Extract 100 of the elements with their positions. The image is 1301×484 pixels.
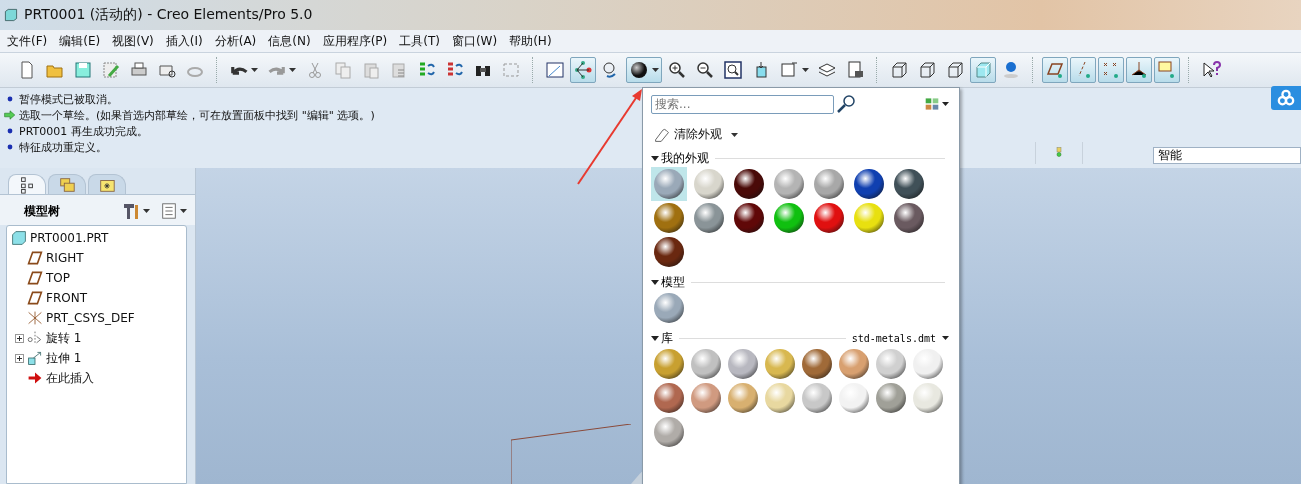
zoom-out-icon [695,60,715,80]
app-cube-icon [4,8,18,22]
sketch-view-icon [545,60,565,80]
caret-icon [731,132,738,137]
node-graph-icon [573,60,593,80]
bullet-icon [6,95,14,103]
node-graph-button[interactable] [570,57,596,83]
model-tree-icon [18,175,36,194]
view-dropdown-button[interactable] [924,97,949,111]
csys-display-button[interactable] [1126,57,1152,83]
message-text: PRT0001 再生成功完成。 [19,123,148,139]
plane-display-icon [1045,60,1065,80]
bullet-icon [6,143,14,151]
part-cube-icon [11,230,27,246]
caret-icon [942,336,949,340]
menu-item[interactable]: 编辑(E) [54,32,108,50]
thumbnail-grid-icon [924,97,940,111]
menu-item[interactable]: 应用程序(P) [317,32,395,50]
collapse-toggle[interactable] [651,335,659,341]
wireframe-cube-icon [917,60,937,80]
datum-plane-icon [27,270,43,286]
point-display-button[interactable] [1098,57,1124,83]
view-manager-icon [845,60,865,80]
filter-field[interactable]: 智能 [1153,147,1301,164]
menu-item[interactable]: 插入(I) [160,32,210,50]
prompt-arrow-icon [4,109,16,121]
show-dropdown-button[interactable] [160,201,187,221]
saved-views-icon [779,60,799,80]
clear-appearance-button[interactable]: 清除外观 [653,126,738,143]
collapse-toggle[interactable] [651,155,659,161]
caret-icon [289,68,296,72]
message-text: 暂停模式已被取消。 [19,91,118,107]
tools-icon [121,201,141,221]
section-title: 库 [661,329,673,347]
redo-icon [268,65,286,75]
menu-item[interactable]: 分析(A) [209,32,264,50]
extrude-icon [27,350,43,366]
favorites-folder-tab[interactable] [88,174,126,194]
model-tree-tab[interactable] [8,174,46,194]
link-nodes-icon [1276,89,1296,107]
window-title: PRT0001 (活动的) - Creo Elements/Pro 5.0 [24,6,313,24]
insert-arrow-icon [27,370,43,386]
caret-icon [180,209,187,213]
caret-icon [802,68,809,72]
tree-item[interactable]: 旋转 1 [46,329,82,347]
list-icon [160,201,178,221]
datum-plane-icon [27,290,43,306]
revolve-icon [27,330,43,346]
context-help-icon [1201,60,1221,80]
menu-item[interactable]: 窗口(W) [446,32,505,50]
panel-title: 模型树 [24,202,61,220]
point-display-icon [1101,60,1121,80]
plane-display-button[interactable] [1042,57,1068,83]
tree-item[interactable]: RIGHT [46,251,84,265]
tree-item[interactable]: TOP [46,271,70,285]
message-text: 选取一个草绘。(如果首选内部草绘，可在放置面板中找到 "编辑" 选项。) [19,107,375,123]
tree-item[interactable]: 在此插入 [46,369,94,387]
cloud-button[interactable] [1271,86,1301,110]
paste-icon [361,60,381,80]
zoom-in-icon [667,60,687,80]
section-title: 我的外观 [661,149,709,167]
menu-item[interactable]: 文件(F) [2,32,55,50]
expand-toggle[interactable] [15,333,24,343]
menu-item[interactable]: 帮助(H) [504,32,559,50]
search-field[interactable]: 搜索... [651,94,834,114]
wireframe-cube-icon [889,60,909,80]
undo-icon [230,65,248,75]
copy-icon [333,60,353,80]
search-icon [836,94,856,114]
refit-icon [723,60,743,80]
spin-center-icon [1001,60,1021,80]
expand-toggle[interactable] [15,353,24,363]
tree-item[interactable]: FRONT [46,291,87,305]
edit-page-icon [101,60,121,80]
tree-item[interactable]: PRT0001.PRT [30,231,109,245]
section-title: 模型 [661,273,685,291]
appearance-sphere-icon [629,60,649,80]
coordinate-system-icon [27,310,43,326]
tree-item[interactable]: PRT_CSYS_DEF [46,311,135,325]
menu-item[interactable]: 信息(N) [263,32,318,50]
menu-item[interactable]: 工具(T) [394,32,447,50]
eraser-icon [653,126,671,143]
selection-box-icon [501,60,521,80]
caret-icon [942,102,949,106]
bullet-icon [6,127,14,135]
caret-icon [652,68,659,72]
shaded-cube-icon [973,60,993,80]
menu-item[interactable]: 视图(V) [107,32,161,50]
appearance-sphere-button[interactable] [626,57,662,83]
tree-item[interactable]: 拉伸 1 [46,349,82,367]
caret-icon [251,68,258,72]
csys-display-icon [1129,60,1149,80]
collapse-toggle[interactable] [651,279,659,285]
message-text: 特征成功重定义。 [19,139,107,155]
settings-dropdown-button[interactable] [121,201,150,221]
annotation-display-icon [1157,60,1177,80]
datum-plane-icon [27,250,43,266]
library-dropdown[interactable]: std-metals.dmt [851,332,949,344]
wireframe-cube-icon [945,60,965,80]
appearance-swatch[interactable] [651,167,687,201]
